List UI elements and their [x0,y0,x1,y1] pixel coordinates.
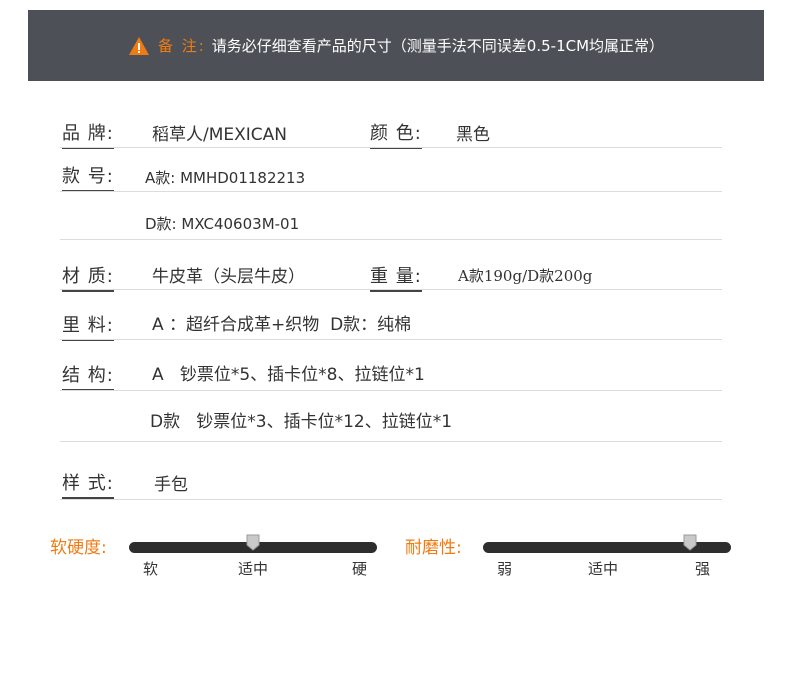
durability-label: 耐磨性: [405,538,462,558]
brand-label: 品 牌: [62,123,114,149]
softness-tick-mid: 适中 [238,560,269,578]
warning-icon [128,36,149,55]
brand-value: 稻草人/MEXICAN [152,125,288,145]
notice-banner: 备 注: 请务必仔细查看产品的尺寸（测量手法不同误差0.5-1CM均属正常） [28,10,764,81]
durability-tick-high: 强 [695,560,711,578]
divider [60,441,722,442]
style-value: 手包 [154,475,188,495]
color-value: 黑色 [456,125,490,145]
divider [60,339,722,340]
divider [60,289,722,290]
softness-label: 软硬度: [50,538,107,558]
model-a-value: A款: MMHD01182213 [145,169,306,187]
lining-value: A ：超纤合成革+织物 D款：纯棉 [152,315,412,335]
notice-text: 请务必仔细查看产品的尺寸（测量手法不同误差0.5-1CM均属正常） [211,37,665,55]
softness-tick-high: 硬 [352,560,368,578]
divider [60,499,722,500]
structure-a-value: A 钞票位*5、插卡位*8、拉链位*1 [152,365,425,385]
model-label: 款 号: [62,166,114,192]
durability-tick-low: 弱 [497,560,513,578]
material-value: 牛皮革（头层牛皮） [152,267,305,287]
weight-value: A款190g/D款200g [458,267,593,285]
durability-tick-mid: 适中 [588,560,619,578]
model-d-value: D款: MXC40603M-01 [145,215,300,233]
divider [60,147,722,148]
softness-slider-handle[interactable] [246,534,260,551]
divider [60,191,722,192]
durability-slider-handle[interactable] [683,534,697,551]
divider [60,390,722,391]
notice-prefix: 备 注: [157,37,206,55]
softness-tick-low: 软 [143,560,159,578]
style-label: 样 式: [62,473,114,499]
structure-d-value: D款 钞票位*3、插卡位*12、拉链位*1 [150,412,453,432]
divider [60,239,722,240]
lining-label: 里 料: [62,315,114,341]
color-label: 颜 色: [370,123,422,149]
structure-label: 结 构: [62,365,114,391]
